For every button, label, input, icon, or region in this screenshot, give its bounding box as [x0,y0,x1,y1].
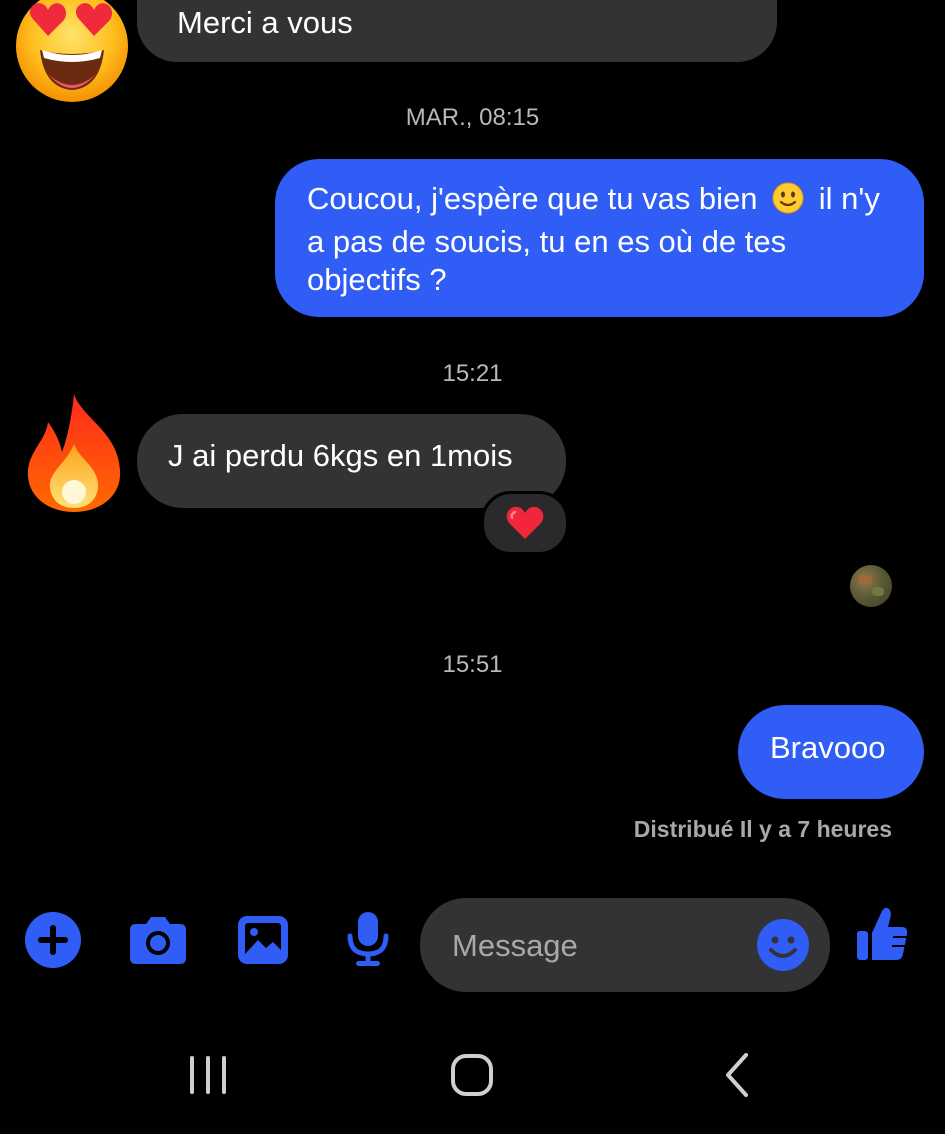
timestamp: 15:21 [442,360,503,387]
plus-icon[interactable] [24,911,82,969]
heart-icon [506,506,544,539]
message-text: Merci a vous [177,5,353,40]
message-text: Bravooo [770,730,886,765]
seen-avatar [850,565,892,607]
message-text-line: a pas de soucis, tu en es où de tes [307,224,787,259]
back-icon[interactable] [722,1052,752,1098]
heart-eyes-emoji-avatar [14,0,130,104]
message-bubble-outgoing[interactable]: Bravooo [738,705,924,799]
message-text-line: Coucou, j'espère que tu vas bien [307,181,758,216]
timestamp: MAR., 08:15 [405,104,540,131]
home-icon[interactable] [450,1053,494,1097]
microphone-icon[interactable] [345,910,391,968]
heart-reaction[interactable] [481,491,569,555]
message-input[interactable] [452,924,742,968]
message-text-line: il n'y [818,181,880,216]
message-bubble-incoming[interactable]: Merci a vous [137,0,777,62]
delivery-status: Distribué Il y a 7 heures [633,816,892,842]
image-icon[interactable] [236,914,290,966]
recents-icon[interactable] [186,1054,230,1096]
fire-emoji-avatar [20,392,128,514]
slightly-smiling-emoji-icon [772,182,804,223]
camera-icon[interactable] [128,914,188,966]
message-text-line: objectifs ? [307,262,447,297]
message-composer[interactable] [420,898,830,992]
timestamp: 15:51 [442,651,503,678]
fire-emoji-icon [27,394,121,512]
emoji-icon[interactable] [756,918,810,972]
message-bubble-outgoing[interactable]: Coucou, j'espère que tu vas bien il n'y … [275,159,924,317]
heart-eyes-emoji-icon [16,0,128,102]
thumbs-up-icon[interactable] [855,905,909,963]
message-text: J ai perdu 6kgs en 1mois [168,438,513,473]
